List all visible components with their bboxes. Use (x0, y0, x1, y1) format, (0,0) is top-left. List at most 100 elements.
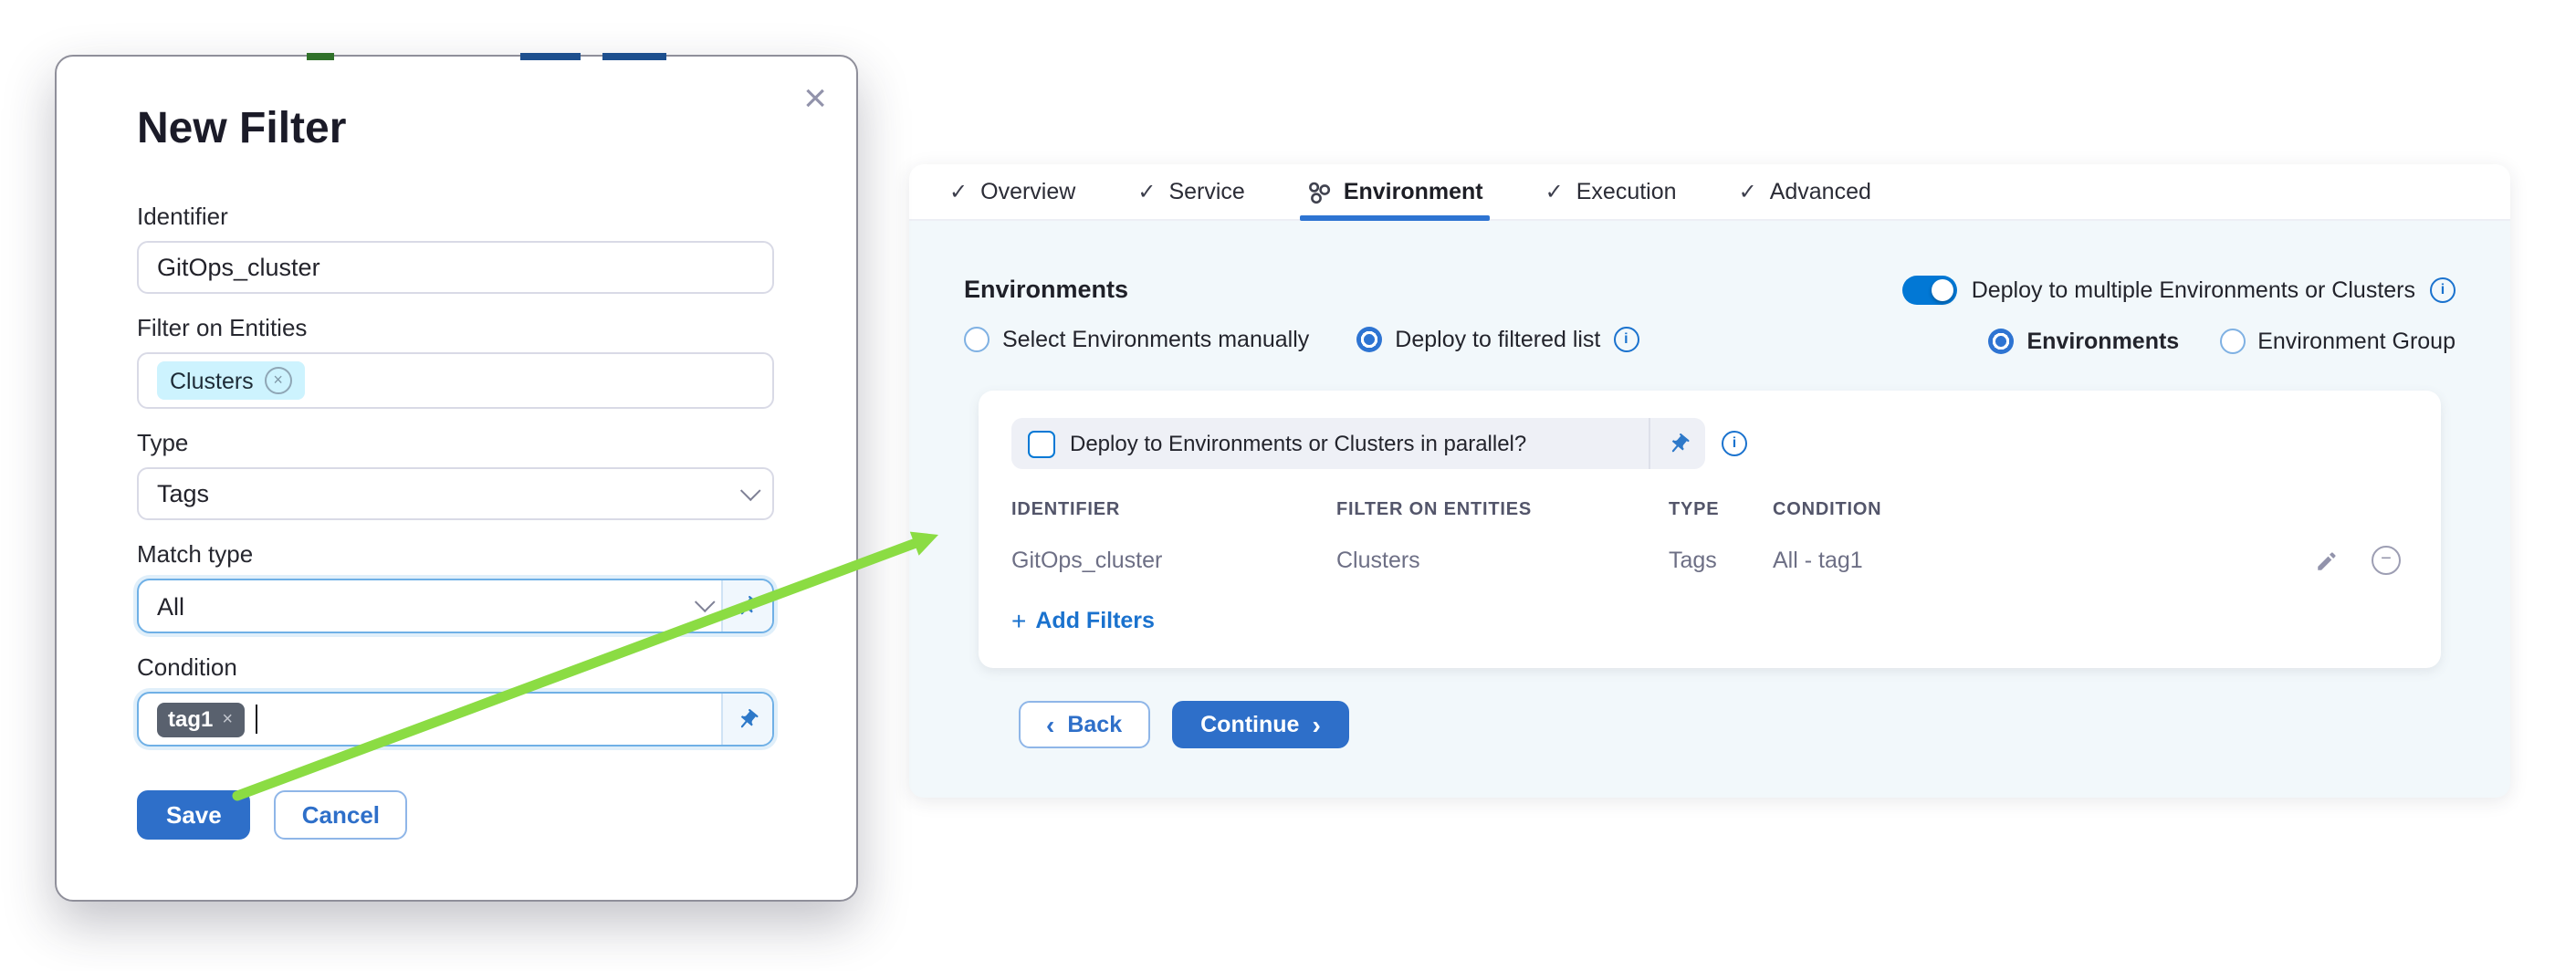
type-select[interactable]: Tags (137, 467, 774, 520)
identifier-input[interactable]: GitOps_cluster (137, 241, 774, 294)
background-sliver (307, 52, 334, 59)
plus-icon: + (1011, 606, 1026, 635)
row-condition: All - tag1 (1773, 548, 2280, 573)
pin-button[interactable] (1650, 418, 1705, 469)
toggle-label: Deploy to multiple Environments or Clust… (1972, 277, 2415, 303)
back-label: Back (1067, 712, 1122, 737)
chevron-right-icon: › (1312, 712, 1320, 737)
background-sliver (602, 52, 666, 59)
environments-heading: Environments (964, 276, 1639, 303)
match-type-label: Match type (137, 540, 774, 569)
row-identifier: GitOps_cluster (1011, 548, 1336, 573)
info-icon[interactable]: i (2430, 277, 2456, 303)
filters-table-header: IDENTIFIER FILTER ON ENTITIES TYPE CONDI… (1011, 500, 2408, 520)
filters-card: Deploy to Environments or Clusters in pa… (979, 391, 2441, 668)
tab-label: Service (1168, 179, 1244, 204)
continue-label: Continue (1200, 712, 1299, 737)
multi-env-toggle[interactable] (1902, 276, 1957, 305)
stage-config-panel: ✓ Overview ✓ Service Environment ✓ Execu… (909, 164, 2510, 798)
chevron-down-icon (740, 479, 761, 500)
check-icon: ✓ (1137, 181, 1156, 203)
new-filter-modal: × New Filter Identifier GitOps_cluster F… (55, 55, 858, 902)
environment-tab-content: Environments Select Environments manuall… (909, 276, 2510, 748)
chevron-down-icon (695, 591, 716, 612)
radio-icon[interactable] (2219, 329, 2245, 354)
tag-chip-label: tag1 (168, 706, 213, 732)
clusters-chip[interactable]: Clusters × (157, 361, 305, 400)
identifier-label: Identifier (137, 203, 774, 232)
wizard-buttons: ‹ Back Continue › (1019, 701, 2456, 748)
row-entities: Clusters (1336, 548, 1669, 573)
check-icon: ✓ (1739, 181, 1757, 203)
info-icon[interactable]: i (1722, 431, 1747, 456)
remove-row-icon[interactable]: − (2372, 546, 2401, 575)
tab-label: Execution (1576, 179, 1677, 204)
stage-tabbar: ✓ Overview ✓ Service Environment ✓ Execu… (909, 164, 2510, 221)
remove-tag-icon[interactable]: × (222, 709, 233, 729)
match-type-select[interactable]: All (137, 579, 774, 633)
continue-button[interactable]: Continue › (1171, 701, 1350, 748)
radio-environment-group[interactable]: Environment Group (2219, 329, 2456, 354)
tab-label: Overview (980, 179, 1075, 204)
pin-button[interactable] (723, 694, 772, 745)
cancel-button[interactable]: Cancel (275, 790, 407, 840)
pin-icon (736, 707, 759, 731)
condition-label: Condition (137, 653, 774, 683)
background-sliver (520, 52, 581, 59)
check-icon: ✓ (949, 181, 968, 203)
tag-chip[interactable]: tag1 × (157, 702, 244, 736)
modal-title: New Filter (137, 104, 774, 155)
parallel-label: Deploy to Environments or Clusters in pa… (1070, 431, 1526, 456)
tab-overview[interactable]: ✓ Overview (949, 164, 1075, 219)
col-condition: CONDITION (1773, 500, 2280, 520)
remove-chip-icon[interactable]: × (265, 367, 292, 394)
radio-label: Environment Group (2257, 329, 2456, 354)
close-icon[interactable]: × (803, 78, 827, 119)
table-row[interactable]: GitOps_cluster Clusters Tags All - tag1 … (1011, 546, 2408, 575)
col-entities: FILTER ON ENTITIES (1336, 500, 1669, 520)
radio-icon[interactable] (964, 327, 990, 352)
env-head-right: Deploy to multiple Environments or Clust… (1902, 276, 2456, 354)
match-type-value: All (157, 592, 184, 620)
identifier-value: GitOps_cluster (157, 254, 320, 281)
condition-input[interactable]: tag1 × (137, 692, 774, 747)
pin-button[interactable] (723, 580, 772, 632)
type-value: Tags (157, 480, 209, 507)
save-button[interactable]: Save (137, 790, 251, 840)
radio-select-manually[interactable]: Select Environments manually (964, 327, 1309, 352)
row-type: Tags (1669, 548, 1773, 573)
radio-environments[interactable]: Environments (1989, 329, 2180, 354)
col-identifier: IDENTIFIER (1011, 500, 1336, 520)
screenshot-stage: × New Filter Identifier GitOps_cluster F… (0, 0, 2576, 971)
type-label: Type (137, 429, 774, 458)
type-group: Type Tags (137, 429, 774, 520)
parallel-option-strip: Deploy to Environments or Clusters in pa… (1011, 418, 1705, 469)
parallel-checkbox[interactable] (1028, 430, 1055, 457)
entities-group: Filter on Entities Clusters × (137, 314, 774, 409)
entities-label: Filter on Entities (137, 314, 774, 343)
entities-input[interactable]: Clusters × (137, 352, 774, 409)
edit-pencil-icon[interactable] (2315, 548, 2339, 572)
pin-icon (736, 594, 759, 618)
clusters-chip-label: Clusters (170, 368, 254, 393)
info-icon[interactable]: i (1613, 327, 1639, 352)
condition-group: Condition tag1 × (137, 653, 774, 747)
radio-icon[interactable] (1989, 329, 2015, 354)
tab-label: Advanced (1770, 179, 1871, 204)
tab-advanced[interactable]: ✓ Advanced (1739, 164, 1871, 219)
tab-label: Environment (1344, 179, 1483, 204)
tab-environment[interactable]: Environment (1307, 164, 1483, 219)
chevron-left-icon: ‹ (1046, 712, 1054, 737)
tab-execution[interactable]: ✓ Execution (1545, 164, 1677, 219)
radio-icon[interactable] (1356, 327, 1382, 352)
match-type-group: Match type All (137, 540, 774, 633)
environment-icon (1307, 180, 1331, 204)
text-caret (255, 705, 257, 734)
tab-service[interactable]: ✓ Service (1137, 164, 1245, 219)
modal-buttons: Save Cancel (137, 790, 774, 840)
env-head-left: Environments Select Environments manuall… (964, 276, 1639, 354)
back-button[interactable]: ‹ Back (1019, 701, 1149, 748)
radio-deploy-filtered[interactable]: Deploy to filtered list i (1356, 327, 1639, 352)
add-filters-link[interactable]: + Add Filters (1011, 606, 2408, 635)
pin-icon (1666, 432, 1690, 455)
